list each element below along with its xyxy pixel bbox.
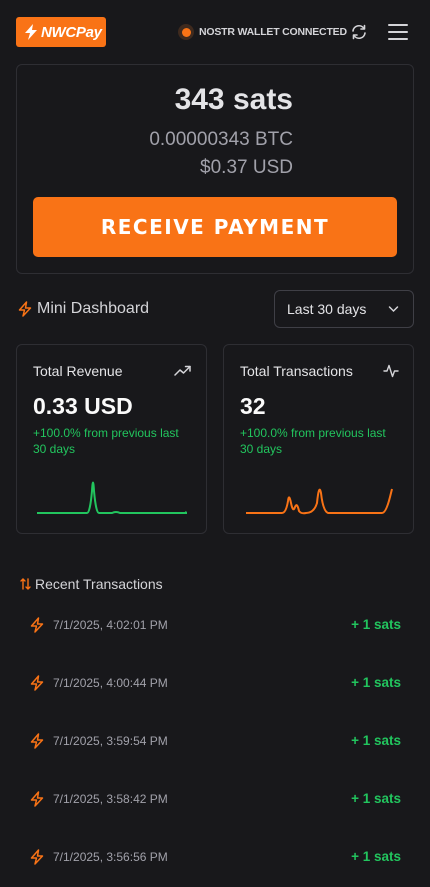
transaction-date: 7/1/2025, 4:02:01 PM	[53, 618, 168, 632]
transaction-date: 7/1/2025, 4:00:44 PM	[53, 676, 168, 690]
transaction-row[interactable]: 7/1/2025, 4:00:44 PM + 1 sats	[0, 668, 430, 698]
stat-value: 32	[240, 393, 266, 419]
stat-value: 0.33 USD	[33, 393, 133, 419]
date-range-value: Last 30 days	[287, 301, 367, 317]
transactions-sparkline	[246, 488, 393, 515]
transaction-row[interactable]: 7/1/2025, 4:02:01 PM + 1 sats	[0, 610, 430, 640]
bolt-icon	[30, 791, 44, 807]
transaction-date: 7/1/2025, 3:59:54 PM	[53, 734, 168, 748]
hamburger-menu-icon[interactable]	[387, 22, 409, 42]
balance-btc: 0.00000343 BTC	[149, 129, 293, 150]
transaction-amount: + 1 sats	[351, 733, 401, 748]
bolt-icon	[30, 733, 44, 749]
transaction-date: 7/1/2025, 3:58:42 PM	[53, 792, 168, 806]
nwcpay-logo[interactable]: NWCPay	[16, 17, 106, 47]
total-revenue-card: Total Revenue 0.33 USD +100.0% from prev…	[16, 344, 207, 534]
stat-change: +100.0% from previous last 30 days	[240, 426, 386, 456]
dashboard-title-text: Mini Dashboard	[37, 300, 150, 317]
bolt-icon	[25, 24, 37, 40]
status-indicator-icon	[178, 24, 194, 40]
bolt-icon	[18, 301, 32, 317]
bolt-icon	[30, 617, 44, 633]
recent-transactions-title: Recent Transactions	[20, 575, 163, 593]
recent-transactions-title-text: Recent Transactions	[35, 576, 163, 592]
trending-up-icon	[174, 365, 191, 376]
revenue-sparkline	[37, 481, 187, 514]
balance-sats: 343 sats	[174, 83, 293, 116]
total-transactions-card: Total Transactions 32 +100.0% from previ…	[223, 344, 414, 534]
stat-label: Total Transactions	[240, 363, 353, 379]
logo-text: NWCPay	[41, 23, 102, 41]
transaction-row[interactable]: 7/1/2025, 3:59:54 PM + 1 sats	[0, 726, 430, 756]
bolt-icon	[30, 675, 44, 691]
transaction-amount: + 1 sats	[351, 675, 401, 690]
date-range-select[interactable]: Last 30 days	[274, 290, 414, 328]
refresh-icon[interactable]	[350, 23, 368, 41]
transaction-row[interactable]: 7/1/2025, 3:56:56 PM + 1 sats	[0, 842, 430, 872]
activity-icon	[383, 364, 399, 378]
stat-label: Total Revenue	[33, 363, 123, 379]
balance-card: 343 sats 0.00000343 BTC $0.37 USD RECEIV…	[16, 64, 414, 274]
wallet-status-text: NOSTR WALLET CONNECTED	[199, 26, 347, 38]
transaction-amount: + 1 sats	[351, 849, 401, 864]
balance-usd: $0.37 USD	[200, 157, 293, 178]
wallet-status: NOSTR WALLET CONNECTED	[178, 24, 347, 40]
receive-payment-button[interactable]: RECEIVE PAYMENT	[33, 197, 397, 257]
bolt-icon	[30, 849, 44, 865]
sort-arrows-icon	[20, 578, 31, 590]
transaction-row[interactable]: 7/1/2025, 3:58:42 PM + 1 sats	[0, 784, 430, 814]
transaction-date: 7/1/2025, 3:56:56 PM	[53, 850, 168, 864]
stat-change: +100.0% from previous last 30 days	[33, 426, 179, 456]
dashboard-title: Mini Dashboard	[18, 299, 149, 319]
chevron-down-icon	[388, 306, 399, 313]
transaction-amount: + 1 sats	[351, 791, 401, 806]
app-header: NWCPay NOSTR WALLET CONNECTED	[0, 0, 430, 64]
transaction-amount: + 1 sats	[351, 617, 401, 632]
